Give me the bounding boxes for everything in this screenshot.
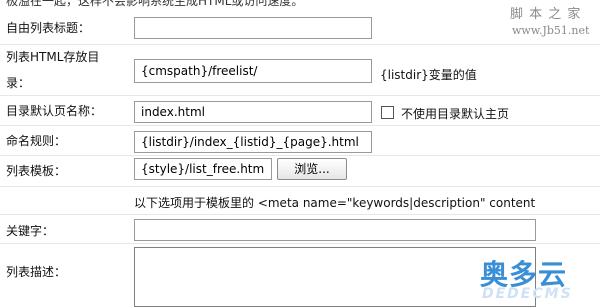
row-divider — [0, 186, 600, 187]
watermark-site-name: 脚 本 之 家 — [510, 7, 582, 22]
browse-button[interactable]: 浏览... — [277, 158, 347, 180]
custom-title-input[interactable] — [134, 17, 372, 39]
html-dir-label: 列表HTML存放目 录： — [6, 49, 99, 91]
html-dir-label-line1: 列表HTML存放目 — [6, 50, 100, 64]
keywords-input[interactable] — [134, 219, 536, 241]
no-default-page-checkbox[interactable] — [381, 106, 394, 119]
template-input[interactable]: {style}/list_free.htm — [134, 158, 272, 180]
html-dir-input[interactable]: {cmspath}/freelist/ — [134, 59, 372, 83]
meta-note: 以下选项用于模板里的 <meta name="keywords|descript… — [134, 196, 536, 210]
row-divider — [0, 214, 600, 215]
template-label: 列表模板： — [6, 164, 67, 178]
naming-rule-label: 命名规则： — [6, 134, 67, 148]
description-label: 列表描述： — [6, 265, 67, 279]
description-textarea[interactable] — [134, 247, 536, 307]
keywords-label: 关键字： — [6, 224, 55, 238]
row-divider — [0, 155, 600, 156]
default-page-label: 目录默认页名称： — [6, 104, 103, 118]
row-divider — [0, 125, 600, 126]
watermark-logo-en: DEDECMS — [482, 286, 573, 302]
custom-title-label: 自由列表标题： — [6, 21, 91, 35]
naming-rule-input[interactable]: {listdir}/index_{listid}_{page}.html — [134, 131, 372, 153]
html-dir-note: {listdir}变量的值 — [380, 68, 477, 82]
default-page-input[interactable]: index.html — [134, 101, 372, 123]
row-divider — [0, 95, 600, 96]
row-divider — [0, 44, 600, 45]
html-dir-label-line2: 录： — [6, 76, 31, 90]
top-hint: 极溢在一起，这样不会影响系统生成HTML或访问速度。 — [6, 0, 304, 8]
row-divider — [0, 243, 600, 244]
no-default-page-label: 不使用目录默认主页 — [401, 107, 510, 121]
watermark-site-url: www.Jb51.net — [512, 24, 590, 37]
